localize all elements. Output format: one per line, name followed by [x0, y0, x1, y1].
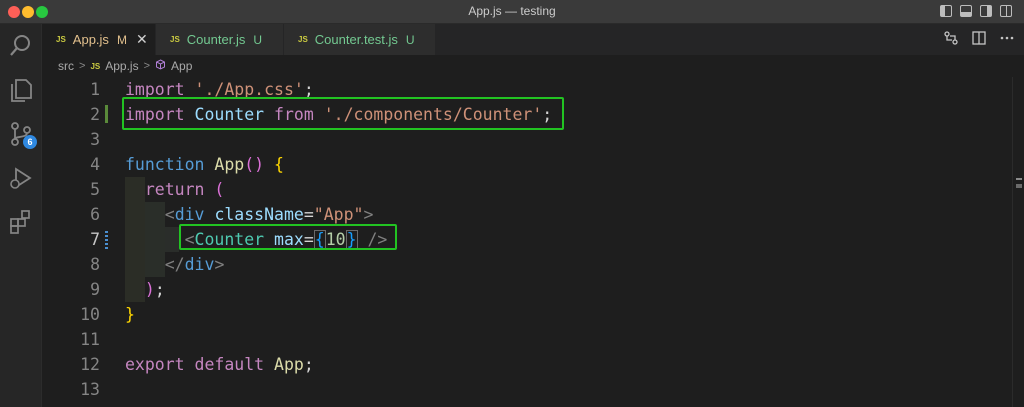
split-editor-icon[interactable]: [972, 31, 986, 49]
chevron-right-icon: >: [143, 60, 151, 72]
scroll-marker: [1016, 184, 1022, 188]
more-actions-icon[interactable]: [1000, 31, 1014, 49]
line-content[interactable]: export default App;: [125, 352, 314, 377]
toggle-panel-icon[interactable]: [960, 5, 972, 17]
highlight-box-counter: [179, 224, 397, 250]
line-number: 2: [90, 105, 100, 124]
scroll-marker: [1016, 178, 1022, 180]
line-number: 8: [90, 255, 100, 274]
line-number: 6: [90, 205, 100, 224]
line-number: 12: [80, 355, 100, 374]
activity-bar: 6: [0, 24, 42, 407]
code-line: 13: [42, 377, 1012, 402]
toggle-secondary-sidebar-icon[interactable]: [980, 5, 992, 17]
code-editor[interactable]: 1 import './App.css'; 2 import Counter f…: [42, 77, 1012, 407]
js-file-icon: JS: [56, 35, 66, 44]
line-number: 3: [90, 130, 100, 149]
git-status-badge: U: [253, 32, 263, 47]
layout-controls: [940, 5, 1012, 17]
code-line: 4 function App() {: [42, 152, 1012, 177]
vertical-scrollbar[interactable]: [1012, 77, 1024, 407]
code-line: 9 );: [42, 277, 1012, 302]
line-content[interactable]: );: [125, 277, 165, 302]
editor-tab-bar: JS App.js M ✕ JS Counter.js U JS Counter…: [42, 24, 1024, 55]
js-file-icon: JS: [298, 35, 308, 44]
title-bar: App.js — testing: [0, 0, 1024, 24]
code-line: 12 export default App;: [42, 352, 1012, 377]
tab-label: Counter.test.js: [314, 32, 398, 47]
run-debug-icon[interactable]: [7, 164, 35, 192]
line-number: 4: [90, 155, 100, 174]
line-content[interactable]: function App() {: [125, 152, 284, 177]
git-status-badge: U: [405, 32, 415, 47]
tab-app-js[interactable]: JS App.js M ✕: [42, 24, 156, 55]
explorer-icon[interactable]: [7, 76, 35, 104]
highlight-box-import: [122, 97, 564, 130]
line-content[interactable]: return (: [125, 177, 224, 202]
source-control-badge: 6: [23, 135, 37, 149]
customize-layout-icon[interactable]: [1000, 5, 1012, 17]
breadcrumb-symbol[interactable]: App: [171, 59, 192, 73]
line-number: 11: [80, 330, 100, 349]
extensions-icon[interactable]: [7, 208, 35, 236]
close-tab-icon[interactable]: ✕: [136, 31, 148, 48]
window-title: App.js — testing: [468, 4, 556, 18]
breadcrumb-file[interactable]: App.js: [105, 59, 138, 73]
code-line: 5 return (: [42, 177, 1012, 202]
line-number: 9: [90, 280, 100, 299]
chevron-right-icon: >: [79, 60, 86, 72]
toggle-primary-sidebar-icon[interactable]: [940, 5, 952, 17]
line-content[interactable]: </div>: [125, 252, 225, 277]
line-number: 13: [80, 380, 100, 399]
tab-counter-test-js[interactable]: JS Counter.test.js U: [284, 24, 436, 55]
symbol-cube-icon: [155, 59, 166, 73]
js-file-icon: JS: [170, 35, 180, 44]
line-number: 5: [90, 180, 100, 199]
open-changes-icon[interactable]: [944, 31, 958, 49]
code-line: 11: [42, 327, 1012, 352]
line-content[interactable]: }: [125, 302, 135, 327]
breadcrumb: src > JS App.js > App: [42, 55, 1024, 77]
line-number: 1: [90, 80, 100, 99]
line-number: 10: [80, 305, 100, 324]
line-number: 7: [90, 230, 100, 249]
code-line: 8 </div>: [42, 252, 1012, 277]
tab-label: App.js: [72, 32, 109, 47]
search-icon[interactable]: [7, 32, 35, 60]
code-line: 3: [42, 127, 1012, 152]
tab-label: Counter.js: [186, 32, 246, 47]
git-status-badge: M: [116, 32, 127, 47]
code-line: 10 }: [42, 302, 1012, 327]
tab-counter-js[interactable]: JS Counter.js U: [156, 24, 284, 55]
editor-actions: [944, 31, 1014, 49]
js-file-icon: JS: [90, 61, 101, 71]
breadcrumb-folder[interactable]: src: [58, 59, 74, 73]
